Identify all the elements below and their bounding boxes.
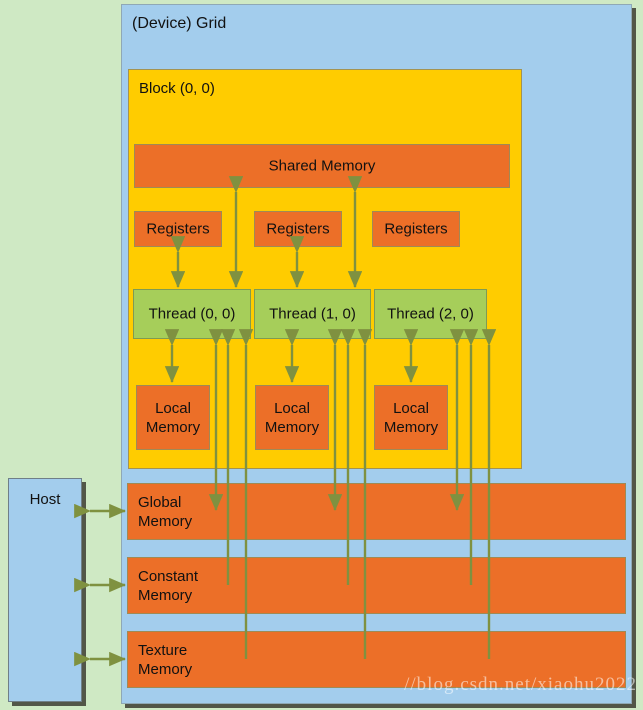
- registers-label: Registers: [146, 220, 210, 238]
- thread-label: Thread (1, 0): [269, 305, 356, 323]
- shared-memory-label: Shared Memory: [268, 157, 376, 175]
- local-memory-box-0: Local Memory: [136, 385, 210, 450]
- device-grid-label: (Device) Grid: [132, 15, 227, 32]
- constant-memory-label: Constant Memory: [138, 567, 199, 604]
- thread-box-0: Thread (0, 0): [133, 289, 251, 339]
- local-memory-label: Local Memory: [264, 399, 320, 436]
- constant-memory-box: Constant Memory: [127, 557, 626, 614]
- registers-label: Registers: [266, 220, 330, 238]
- registers-box-lane-2: Registers: [372, 211, 460, 247]
- host-label: Host: [29, 491, 61, 508]
- global-memory-label: Global Memory: [138, 493, 193, 530]
- block-label: Block (0, 0): [139, 80, 215, 97]
- thread-box-2: Thread (2, 0): [374, 289, 487, 339]
- cuda-memory-hierarchy-diagram: (Device) Grid Block (0, 0) Shared Memory…: [0, 0, 643, 710]
- local-memory-label: Local Memory: [145, 399, 201, 436]
- local-memory-label: Local Memory: [383, 399, 439, 436]
- thread-label: Thread (0, 0): [148, 305, 236, 323]
- registers-box-lane-0: Registers: [134, 211, 222, 247]
- local-memory-box-1: Local Memory: [255, 385, 329, 450]
- host-box: Host: [8, 478, 82, 702]
- local-memory-box-2: Local Memory: [374, 385, 448, 450]
- texture-memory-label: Texture Memory: [138, 641, 193, 678]
- thread-label: Thread (2, 0): [387, 305, 474, 323]
- shared-memory-box: Shared Memory: [134, 144, 510, 188]
- thread-box-1: Thread (1, 0): [254, 289, 371, 339]
- watermark-text: //blog.csdn.net/xiaohu2022: [404, 674, 637, 695]
- global-memory-box: Global Memory: [127, 483, 626, 540]
- registers-label: Registers: [384, 220, 448, 238]
- registers-box-lane-1: Registers: [254, 211, 342, 247]
